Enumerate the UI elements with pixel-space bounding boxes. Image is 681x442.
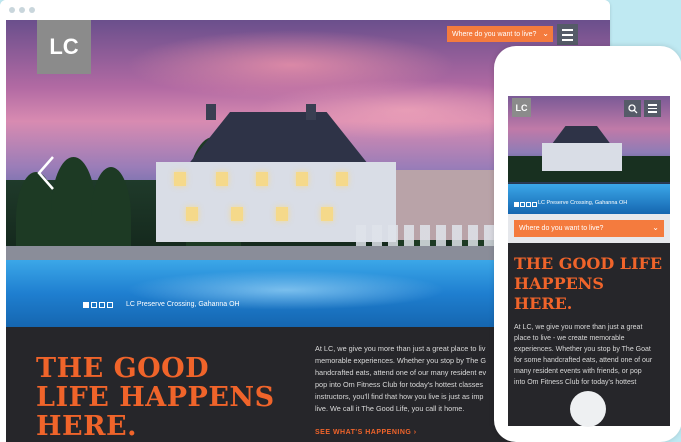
- hamburger-icon[interactable]: [557, 24, 578, 45]
- window: [231, 207, 243, 221]
- window: [336, 172, 348, 186]
- chevron-left-icon[interactable]: [35, 155, 57, 191]
- window: [174, 172, 186, 186]
- search-icon[interactable]: [624, 100, 641, 117]
- hero-caption: LC Preserve Crossing, Gahanna OH: [126, 301, 240, 308]
- see-whats-happening-link[interactable]: SEE WHAT'S HAPPENING ›: [315, 429, 417, 436]
- mobile-screen: LC LC Preserve Crossing, Gahanna OH Wher…: [508, 96, 670, 426]
- slide-dot[interactable]: [526, 202, 531, 207]
- site-logo[interactable]: LC: [37, 20, 91, 74]
- chevron-down-icon: ⌄: [542, 29, 549, 38]
- slider-pagination: [514, 202, 537, 207]
- slide-dot[interactable]: [532, 202, 537, 207]
- clubhouse: [542, 143, 622, 171]
- browser-title-bar: [0, 0, 610, 20]
- window: [256, 172, 268, 186]
- slide-dot[interactable]: [107, 302, 113, 308]
- intro-line: into Om Fitness Club for today's hottest: [514, 379, 637, 386]
- hamburger-icon[interactable]: [644, 100, 661, 117]
- intro-line: experiences. Whether you stop by The Goa…: [514, 346, 651, 353]
- mobile-hero-image: LC LC Preserve Crossing, Gahanna OH: [508, 96, 670, 214]
- window: [276, 207, 288, 221]
- mobile-site-logo[interactable]: LC: [512, 98, 531, 117]
- chimney: [206, 104, 216, 120]
- slide-dot[interactable]: [91, 302, 97, 308]
- chevron-down-icon: ⌄: [652, 223, 659, 232]
- window: [186, 207, 198, 221]
- intro-line: for some handcrafted eats, attend one of…: [514, 357, 653, 364]
- hero-caption: LC Preserve Crossing, Gahanna OH: [538, 200, 628, 206]
- window-dot: [19, 7, 25, 13]
- location-select[interactable]: Where do you want to live? ⌄: [447, 26, 553, 42]
- intro-text: At LC, we give you more than just a grea…: [514, 322, 666, 388]
- location-select[interactable]: Where do you want to live? ⌄: [514, 220, 664, 237]
- lounge-chairs: [356, 225, 496, 247]
- pool: [508, 184, 670, 214]
- intro-line: many resident events with friends, or po…: [514, 368, 642, 375]
- intro-line: place to live - we create memorable: [514, 335, 625, 342]
- intro-line: At LC, we give you more than just a grea…: [514, 324, 643, 331]
- location-select-label: Where do you want to live?: [452, 30, 537, 38]
- mobile-phone-mockup: LC LC Preserve Crossing, Gahanna OH Wher…: [494, 46, 681, 442]
- slide-dot[interactable]: [83, 302, 89, 308]
- clubhouse-roof: [552, 126, 611, 144]
- slider-pagination: [83, 302, 113, 308]
- window: [321, 207, 333, 221]
- headline: THE GOOD LIFE HAPPENS HERE.: [514, 254, 663, 313]
- window-dot: [29, 7, 35, 13]
- slide-dot[interactable]: [99, 302, 105, 308]
- window: [216, 172, 228, 186]
- slide-dot[interactable]: [520, 202, 525, 207]
- chimney: [306, 104, 316, 120]
- window: [296, 172, 308, 186]
- headline: THE GOOD LIFE HAPPENS HERE.: [36, 353, 275, 442]
- slide-dot[interactable]: [514, 202, 519, 207]
- phone-home-button[interactable]: [570, 391, 606, 427]
- location-select-label: Where do you want to live?: [519, 225, 604, 232]
- window-dot: [9, 7, 15, 13]
